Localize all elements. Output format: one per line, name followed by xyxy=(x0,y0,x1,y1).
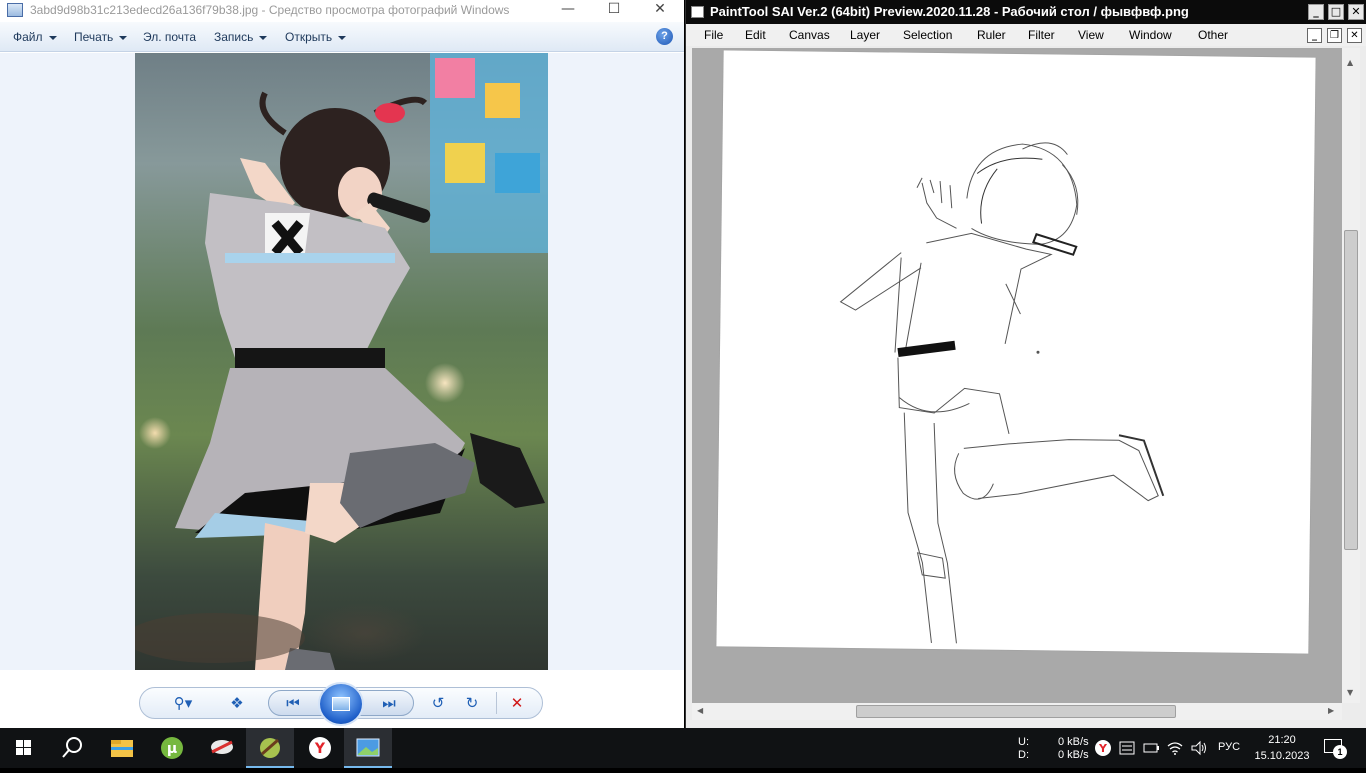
photo-viewer-icon xyxy=(356,738,380,757)
search-icon xyxy=(62,737,82,758)
delete-icon[interactable]: ✕ xyxy=(506,693,528,713)
svg-text:Y: Y xyxy=(314,741,326,757)
viewer-image-area xyxy=(0,53,684,670)
taskbar-file-explorer[interactable] xyxy=(98,728,146,768)
svg-text:µ: µ xyxy=(167,741,177,757)
help-icon[interactable]: ? xyxy=(656,28,673,45)
scroll-down-icon[interactable]: ▼ xyxy=(1347,688,1353,697)
zoom-icon[interactable]: ⚲▾ xyxy=(167,693,199,713)
taskbar-photo-viewer[interactable] xyxy=(344,728,392,768)
menu-open[interactable]: Открыть xyxy=(285,30,347,44)
sai-horizontal-scroll-thumb[interactable] xyxy=(856,705,1176,718)
painttool-sai-window: PaintTool SAI Ver.2 (64bit) Preview.2020… xyxy=(685,0,1366,728)
chevron-down-icon xyxy=(48,35,57,40)
maximize-button[interactable]: ☐ xyxy=(591,0,637,22)
painttool-sai-icon xyxy=(260,738,280,758)
menu-window[interactable]: Window xyxy=(1129,28,1172,42)
sai-horizontal-scrollbar[interactable]: ◀ ▶ xyxy=(692,703,1342,720)
menu-file[interactable]: File xyxy=(704,28,723,42)
chevron-down-icon xyxy=(119,35,128,40)
sai-window-title: PaintTool SAI Ver.2 (64bit) Preview.2020… xyxy=(710,4,1189,19)
chevron-down-icon xyxy=(259,35,268,40)
menu-file[interactable]: Файл xyxy=(13,30,57,44)
canvas-minimize-button[interactable]: _ xyxy=(1307,28,1322,43)
sai-close-button[interactable]: ✕ xyxy=(1348,4,1364,20)
sai-menubar: File Edit Canvas Layer Selection Ruler F… xyxy=(686,24,1366,46)
taskbar-painttool-sai[interactable] xyxy=(246,728,294,768)
taskbar-yandex-browser[interactable]: Y xyxy=(296,728,344,768)
photo-viewer-window: 3abd9d98b31c213edecd26a136f79b38.jpg - С… xyxy=(0,0,684,728)
utorrent-icon: µ xyxy=(161,737,183,759)
sai-maximize-button[interactable]: □ xyxy=(1328,4,1344,20)
slideshow-screen xyxy=(332,697,350,711)
taskbar-app[interactable] xyxy=(198,728,246,768)
menu-layer[interactable]: Layer xyxy=(850,28,880,42)
rotate-left-icon[interactable]: ↺ xyxy=(427,693,449,713)
search-button[interactable] xyxy=(48,728,96,768)
canvas-restore-button[interactable]: ❐ xyxy=(1327,28,1342,43)
yandex-tray-icon[interactable]: Y xyxy=(1094,739,1112,757)
scroll-left-icon[interactable]: ◀ xyxy=(697,706,703,715)
network-labels: U: D: xyxy=(1018,736,1029,761)
notification-count: 1 xyxy=(1333,745,1347,759)
svg-text:Y: Y xyxy=(1098,742,1108,755)
sai-vertical-scrollbar[interactable]: ▲ ▼ xyxy=(1342,48,1360,703)
app-icon xyxy=(211,740,233,754)
volume-icon[interactable] xyxy=(1190,739,1208,757)
minimize-button[interactable]: — xyxy=(545,0,591,22)
previous-icon[interactable]: ⏮ xyxy=(282,693,304,713)
viewer-titlebar: 3abd9d98b31c213edecd26a136f79b38.jpg - С… xyxy=(0,0,684,22)
menu-other[interactable]: Other xyxy=(1198,28,1228,42)
pencil-sketch xyxy=(839,142,1165,644)
scroll-right-icon[interactable]: ▶ xyxy=(1328,706,1334,715)
next-icon[interactable]: ⏭ xyxy=(378,693,400,713)
menu-edit[interactable]: Edit xyxy=(745,28,766,42)
sai-vertical-scroll-thumb[interactable] xyxy=(1344,230,1358,550)
toolbar-divider xyxy=(496,692,497,714)
scroll-up-icon[interactable]: ▲ xyxy=(1347,58,1353,67)
start-icon xyxy=(16,740,31,755)
system-clock[interactable]: 21:20 15.10.2023 xyxy=(1254,732,1310,764)
menu-ruler[interactable]: Ruler xyxy=(977,28,1006,42)
language-indicator[interactable]: РУС xyxy=(1218,741,1240,753)
canvas-close-button[interactable]: ✕ xyxy=(1347,28,1362,43)
slideshow-icon[interactable] xyxy=(318,682,364,726)
taskbar: µ Y U: D: 0 kB/s 0 kB/s Y РУС 21:20 15.10.2… xyxy=(0,728,1366,768)
reference-photo xyxy=(135,53,548,670)
actual-size-icon[interactable]: ❖ xyxy=(226,693,248,713)
sai-app-icon xyxy=(691,6,704,18)
battery-icon[interactable] xyxy=(1142,739,1160,757)
sai-canvas-workspace[interactable] xyxy=(692,48,1348,703)
notification-center-icon[interactable]: 1 xyxy=(1324,739,1347,759)
viewer-menubar: Файл Печать Эл. почта Запись Открыть ? xyxy=(0,22,684,52)
network-speeds: 0 kB/s 0 kB/s xyxy=(1058,736,1089,761)
menu-print[interactable]: Печать xyxy=(74,30,128,44)
start-button[interactable] xyxy=(0,728,48,768)
close-button[interactable]: ✕ xyxy=(637,0,683,22)
menu-email[interactable]: Эл. почта xyxy=(143,30,196,44)
menu-burn[interactable]: Запись xyxy=(214,30,268,44)
menu-view[interactable]: View xyxy=(1078,28,1104,42)
menu-canvas[interactable]: Canvas xyxy=(789,28,830,42)
taskbar-utorrent[interactable]: µ xyxy=(148,728,196,768)
sai-minimize-button[interactable]: _ xyxy=(1308,4,1324,20)
sai-titlebar: PaintTool SAI Ver.2 (64bit) Preview.2020… xyxy=(686,0,1366,24)
viewer-toolbar: ⚲▾ ❖ ⏮ ⏭ ↺ ↻ ✕ xyxy=(0,670,684,728)
drawing-canvas[interactable] xyxy=(716,50,1316,654)
yandex-browser-icon: Y xyxy=(309,737,331,759)
rotate-right-icon[interactable]: ↻ xyxy=(461,693,483,713)
photo-illustration xyxy=(135,53,548,670)
photo-viewer-app-icon xyxy=(7,3,23,17)
menu-selection[interactable]: Selection xyxy=(903,28,952,42)
menu-filter[interactable]: Filter xyxy=(1028,28,1055,42)
chevron-down-icon xyxy=(338,35,347,40)
wifi-icon[interactable] xyxy=(1166,739,1184,757)
tray-app-icon[interactable] xyxy=(1118,739,1136,757)
viewer-window-title: 3abd9d98b31c213edecd26a136f79b38.jpg - С… xyxy=(30,3,510,17)
file-explorer-icon xyxy=(111,740,133,757)
